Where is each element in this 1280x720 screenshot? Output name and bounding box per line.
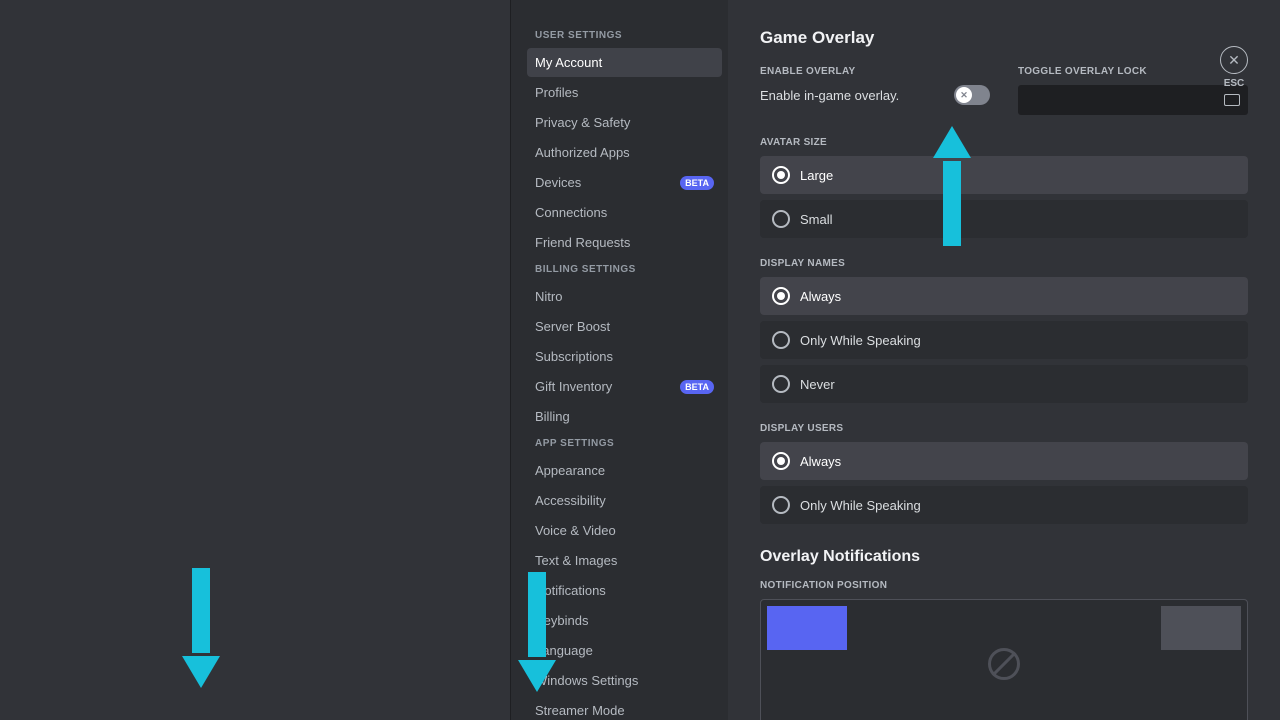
display-users-header: DISPLAY USERS <box>760 423 1248 434</box>
close-label: ESC <box>1220 78 1248 89</box>
radio-label: Large <box>800 168 833 183</box>
keybind-input[interactable] <box>1018 85 1248 115</box>
settings-category-header: BILLING SETTINGS <box>527 258 722 281</box>
nav-nitro[interactable]: Nitro <box>527 282 722 311</box>
annotation-arrow <box>518 572 556 692</box>
nav-item-label: Profiles <box>535 85 578 100</box>
radio-label: Only While Speaking <box>800 333 921 348</box>
nav-connections[interactable]: Connections <box>527 198 722 227</box>
radio-label: Only While Speaking <box>800 498 921 513</box>
radio-label: Always <box>800 454 841 469</box>
avatar-size-option-large[interactable]: Large <box>760 156 1248 194</box>
radio-icon <box>772 331 790 349</box>
nav-devices[interactable]: Devices BETA <box>527 168 722 197</box>
radio-icon <box>772 375 790 393</box>
nav-profiles[interactable]: Profiles <box>527 78 722 107</box>
avatar-size-option-small[interactable]: Small <box>760 200 1248 238</box>
notif-pos-top-right[interactable] <box>1161 606 1241 650</box>
nav-text-images[interactable]: Text & Images <box>527 546 722 575</box>
enable-overlay-toggle[interactable] <box>954 85 990 105</box>
radio-icon <box>772 210 790 228</box>
settings-content: ✕ ESC Game Overlay ENABLE OVERLAY Enable… <box>728 0 1280 720</box>
display-names-option-always[interactable]: Always <box>760 277 1248 315</box>
nav-item-label: Appearance <box>535 463 605 478</box>
nav-privacy-safety[interactable]: Privacy & Safety <box>527 108 722 137</box>
notification-position-picker <box>760 599 1248 720</box>
nav-item-label: Friend Requests <box>535 235 630 250</box>
display-users-option-only-while-speaking[interactable]: Only While Speaking <box>760 486 1248 524</box>
nav-streamer-mode[interactable]: Streamer Mode <box>527 696 722 720</box>
radio-label: Always <box>800 289 841 304</box>
nav-item-label: Privacy & Safety <box>535 115 630 130</box>
toggle-lock-header: TOGGLE OVERLAY LOCK <box>1018 66 1248 77</box>
radio-icon <box>772 287 790 305</box>
nav-item-label: Devices <box>535 175 581 190</box>
display-users-option-always[interactable]: Always <box>760 442 1248 480</box>
nav-item-label: My Account <box>535 55 602 70</box>
nav-item-label: Voice & Video <box>535 523 616 538</box>
enable-overlay-label: Enable in-game overlay. <box>760 88 899 103</box>
settings-category-header: APP SETTINGS <box>527 432 722 455</box>
nav-item-label: Server Boost <box>535 319 610 334</box>
page-title: Game Overlay <box>760 28 1248 48</box>
radio-icon <box>772 452 790 470</box>
keyboard-icon <box>1224 94 1240 106</box>
nav-item-label: Billing <box>535 409 570 424</box>
enable-overlay-header: ENABLE OVERLAY <box>760 66 990 77</box>
nav-notifications[interactable]: Notifications <box>527 576 722 605</box>
display-names-header: DISPLAY NAMES <box>760 258 1248 269</box>
nav-item-label: Connections <box>535 205 607 220</box>
nav-accessibility[interactable]: Accessibility <box>527 486 722 515</box>
notif-pos-disabled-icon[interactable] <box>988 648 1020 680</box>
radio-icon <box>772 496 790 514</box>
nav-voice-video[interactable]: Voice & Video <box>527 516 722 545</box>
nav-authorized-apps[interactable]: Authorized Apps <box>527 138 722 167</box>
nav-subscriptions[interactable]: Subscriptions <box>527 342 722 371</box>
beta-badge: BETA <box>680 380 714 394</box>
annotation-arrow <box>933 126 971 246</box>
notification-position-header: NOTIFICATION POSITION <box>760 580 1248 591</box>
nav-windows-settings[interactable]: Windows Settings <box>527 666 722 695</box>
radio-icon <box>772 166 790 184</box>
radio-label: Never <box>800 377 835 392</box>
nav-appearance[interactable]: Appearance <box>527 456 722 485</box>
notif-pos-top-left[interactable] <box>767 606 847 650</box>
annotation-arrow <box>182 568 220 688</box>
nav-gift-inventory[interactable]: Gift Inventory BETA <box>527 372 722 401</box>
nav-item-label: Nitro <box>535 289 562 304</box>
nav-language[interactable]: Language <box>527 636 722 665</box>
nav-item-label: Gift Inventory <box>535 379 612 394</box>
nav-item-label: Text & Images <box>535 553 617 568</box>
close-icon: ✕ <box>1220 46 1248 74</box>
avatar-size-header: AVATAR SIZE <box>760 137 1248 148</box>
nav-friend-requests[interactable]: Friend Requests <box>527 228 722 257</box>
nav-item-label: Streamer Mode <box>535 703 625 718</box>
nav-server-boost[interactable]: Server Boost <box>527 312 722 341</box>
nav-item-label: Authorized Apps <box>535 145 630 160</box>
overlay-notifications-header: Overlay Notifications <box>760 548 1248 566</box>
nav-billing[interactable]: Billing <box>527 402 722 431</box>
nav-keybinds[interactable]: Keybinds <box>527 606 722 635</box>
display-names-option-never[interactable]: Never <box>760 365 1248 403</box>
nav-item-label: Accessibility <box>535 493 606 508</box>
settings-category-header: USER SETTINGS <box>527 24 722 47</box>
beta-badge: BETA <box>680 176 714 190</box>
display-names-option-only-while-speaking[interactable]: Only While Speaking <box>760 321 1248 359</box>
close-button[interactable]: ✕ ESC <box>1220 46 1248 89</box>
nav-item-label: Subscriptions <box>535 349 613 364</box>
nav-my-account[interactable]: My Account <box>527 48 722 77</box>
radio-label: Small <box>800 212 833 227</box>
